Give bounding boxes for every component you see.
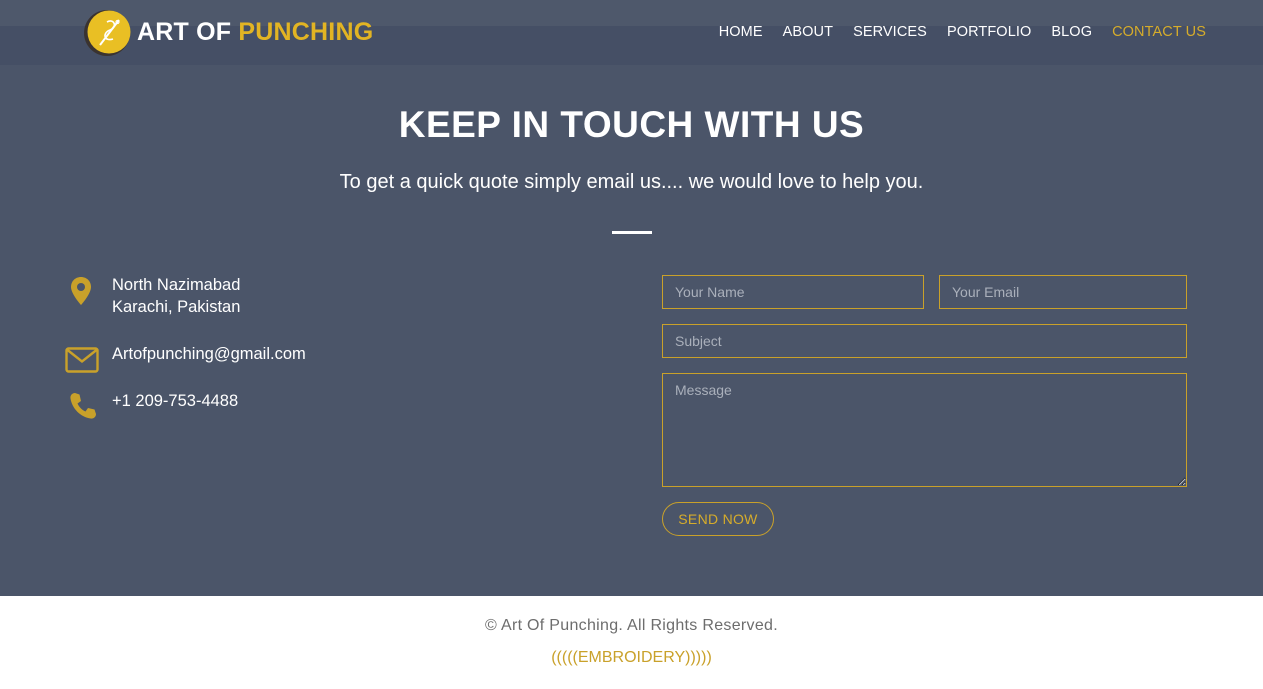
site-logo[interactable]: ART OF PUNCHING — [82, 6, 373, 58]
nav-about[interactable]: ABOUT — [783, 24, 833, 40]
nav-services[interactable]: SERVICES — [853, 24, 927, 40]
name-input[interactable] — [662, 275, 924, 309]
nav-contact-us[interactable]: CONTACT US — [1112, 24, 1206, 40]
site-logo-text: ART OF PUNCHING — [137, 18, 373, 47]
phone-icon — [69, 392, 97, 425]
needle-logo-icon — [82, 7, 132, 57]
footer-tagline: (((((EMBROIDERY))))) — [551, 649, 712, 666]
nav-home[interactable]: HOME — [719, 24, 763, 40]
contact-heading: KEEP IN TOUCH WITH US — [398, 104, 865, 145]
heading-divider — [612, 231, 652, 234]
contact-subheading: To get a quick quote simply email us....… — [339, 171, 924, 193]
nav-portfolio[interactable]: PORTFOLIO — [947, 24, 1031, 40]
location-pin-icon — [70, 276, 92, 311]
site-header: ART OF PUNCHING HOME ABOUT SERVICES PORT… — [0, 0, 1263, 65]
logo-word-2: PUNCHING — [238, 17, 374, 46]
email-text[interactable]: Artofpunching@gmail.com — [112, 343, 306, 365]
address-line-2: Karachi, Pakistan — [112, 298, 241, 316]
logo-word-1: ART OF — [137, 17, 232, 46]
email-input[interactable] — [939, 275, 1187, 309]
address-line-1: North Nazimabad — [112, 276, 241, 294]
phone-text[interactable]: +1 209-753-4488 — [112, 390, 238, 412]
subject-input[interactable] — [662, 324, 1187, 358]
envelope-icon — [65, 347, 99, 378]
footer-copyright: © Art Of Punching. All Rights Reserved. — [485, 617, 778, 634]
main-nav: HOME ABOUT SERVICES PORTFOLIO BLOG CONTA… — [719, 24, 1206, 40]
message-textarea[interactable] — [662, 373, 1187, 487]
send-now-button[interactable]: SEND NOW — [662, 502, 774, 536]
address-block: North Nazimabad Karachi, Pakistan — [112, 274, 240, 318]
nav-blog[interactable]: BLOG — [1051, 24, 1092, 40]
